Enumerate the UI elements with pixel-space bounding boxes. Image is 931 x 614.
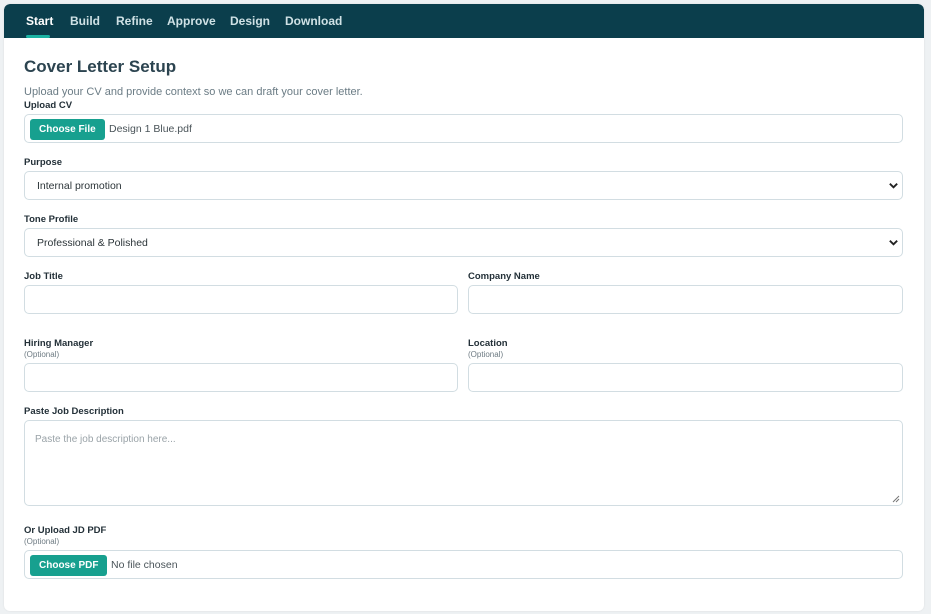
tone-profile-label: Tone Profile	[24, 214, 79, 225]
upload-jd-optional-hint: (Optional)	[24, 537, 60, 546]
location-optional-hint: (Optional)	[468, 350, 504, 359]
jd-file-name: No file chosen	[111, 559, 178, 571]
hiring-manager-optional-hint: (Optional)	[24, 350, 60, 359]
company-name-label: Company Name	[468, 271, 540, 282]
chevron-down-icon	[889, 240, 898, 246]
upload-cv-label: Upload CV	[24, 100, 73, 111]
active-tab-indicator	[26, 35, 50, 38]
job-description-placeholder: Paste the job description here...	[35, 434, 176, 445]
job-title-label: Job Title	[24, 271, 63, 282]
hiring-manager-input[interactable]	[24, 363, 458, 392]
choose-file-button[interactable]: Choose File	[30, 119, 105, 140]
chevron-down-icon	[889, 183, 898, 189]
main-card: Start Build Refine Approve Design Downlo…	[4, 4, 924, 611]
job-description-textarea[interactable]: Paste the job description here...	[24, 420, 903, 506]
company-name-input[interactable]	[468, 285, 903, 314]
tab-refine[interactable]: Refine	[116, 15, 153, 28]
tone-profile-value: Professional & Polished	[37, 237, 148, 249]
upload-jd-label: Or Upload JD PDF	[24, 525, 107, 536]
tab-approve[interactable]: Approve	[167, 15, 216, 28]
upload-jd-field: Choose PDF No file chosen	[24, 550, 903, 579]
cv-file-name: Design 1 Blue.pdf	[109, 123, 192, 135]
tab-design[interactable]: Design	[230, 15, 270, 28]
hiring-manager-label: Hiring Manager	[24, 338, 94, 349]
tab-download[interactable]: Download	[285, 15, 342, 28]
upload-cv-field: Choose File Design 1 Blue.pdf	[24, 114, 903, 143]
resize-handle-icon[interactable]	[892, 495, 900, 503]
tone-profile-select[interactable]: Professional & Polished	[24, 228, 903, 257]
choose-pdf-button[interactable]: Choose PDF	[30, 555, 108, 576]
location-label: Location	[468, 338, 508, 349]
location-input[interactable]	[468, 363, 903, 392]
tab-start[interactable]: Start	[26, 15, 53, 28]
purpose-select[interactable]: Internal promotion	[24, 171, 903, 200]
top-navbar: Start Build Refine Approve Design Downlo…	[4, 4, 924, 38]
page-title: Cover Letter Setup	[24, 57, 177, 76]
job-description-label: Paste Job Description	[24, 406, 124, 417]
tab-build[interactable]: Build	[70, 15, 100, 28]
job-title-input[interactable]	[24, 285, 458, 314]
page-subtitle: Upload your CV and provide context so we…	[24, 86, 363, 98]
purpose-value: Internal promotion	[37, 180, 122, 192]
purpose-label: Purpose	[24, 157, 63, 168]
